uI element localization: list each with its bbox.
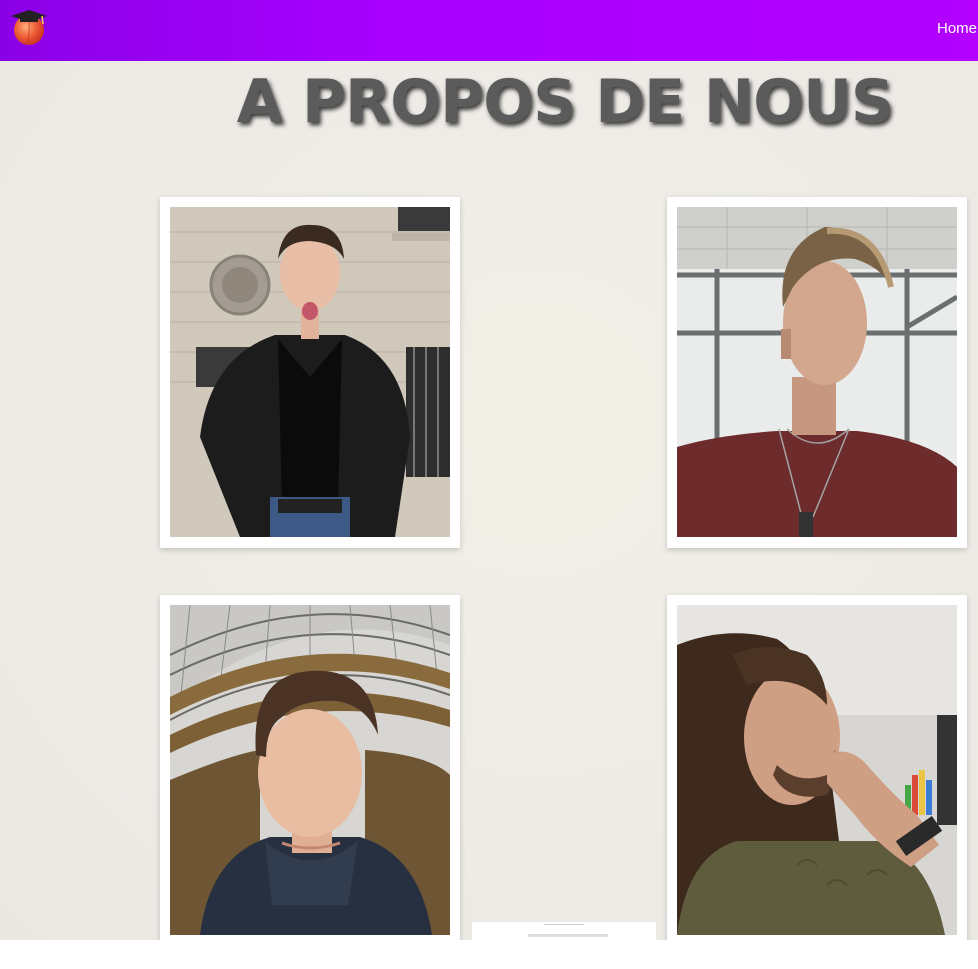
team-card [160, 197, 460, 548]
navbar: Home [0, 0, 978, 61]
team-card [667, 197, 967, 548]
divider [544, 924, 584, 925]
nav-link-home[interactable]: Home [937, 20, 977, 37]
footer-fragment [472, 922, 656, 941]
team-card [667, 595, 967, 940]
team-card [160, 595, 460, 940]
portrait-photo [170, 207, 450, 537]
page-title: A PROPOS DE NOUS [236, 67, 894, 137]
peach-logo-icon[interactable] [9, 8, 49, 46]
portrait-photo [170, 605, 450, 935]
portrait-photo [677, 605, 957, 935]
page-background: Home A PROPOS DE NOUS [0, 0, 978, 940]
divider [528, 934, 608, 937]
portrait-photo [677, 207, 957, 537]
